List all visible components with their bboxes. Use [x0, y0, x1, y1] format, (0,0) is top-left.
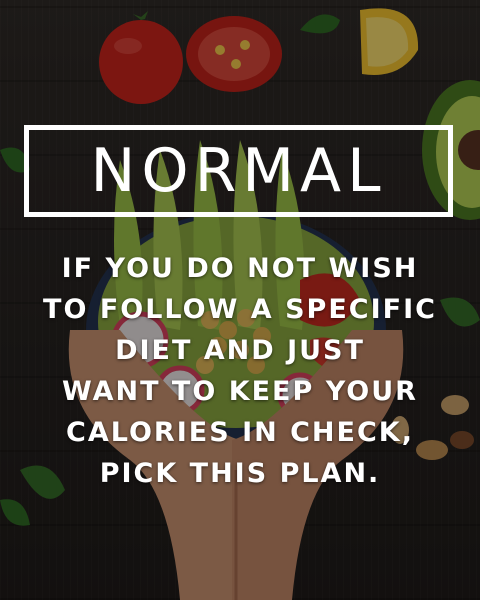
plan-card-normal[interactable]: NORMAL IF YOU DO NOT WISH TO FOLLOW A SP… — [0, 0, 480, 600]
description-line: CALORIES IN CHECK, — [66, 417, 414, 448]
description-line: WANT TO KEEP YOUR — [62, 376, 418, 407]
description-line: DIET AND JUST — [115, 335, 365, 366]
description-line: TO FOLLOW A SPECIFIC — [43, 294, 437, 325]
plan-title-frame: NORMAL — [24, 125, 453, 217]
description-line: IF YOU DO NOT WISH — [61, 253, 419, 284]
plan-description: IF YOU DO NOT WISH TO FOLLOW A SPECIFIC … — [40, 248, 440, 494]
plan-title: NORMAL — [90, 136, 387, 206]
description-line: PICK THIS PLAN. — [99, 458, 381, 489]
